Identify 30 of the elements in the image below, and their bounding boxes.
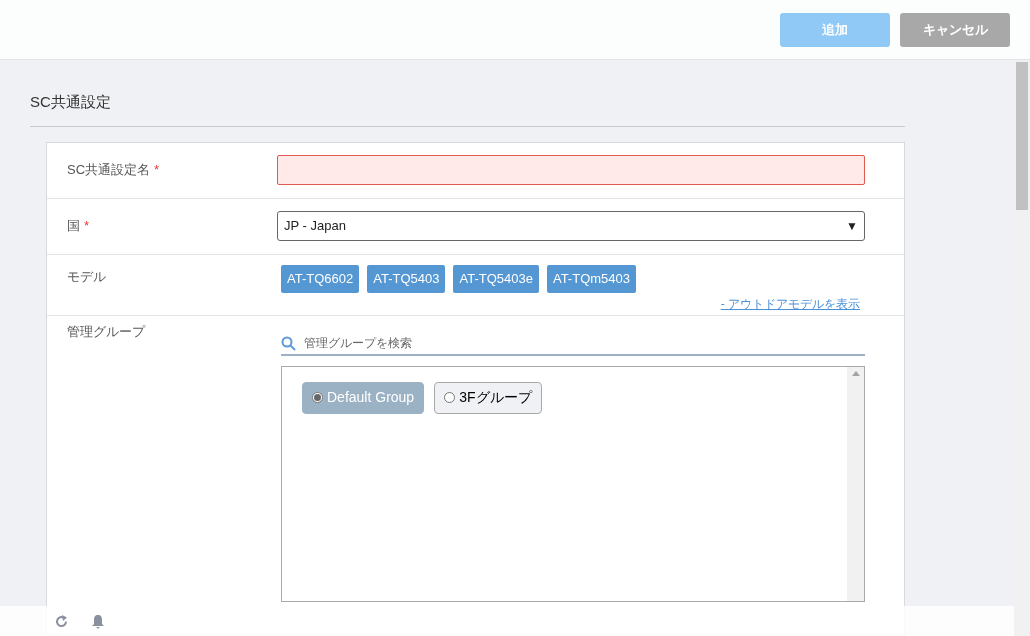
scrollbar[interactable] xyxy=(1014,60,1030,636)
group-search-field[interactable]: 管理グループを検索 xyxy=(281,332,865,356)
group-option[interactable]: Default Group xyxy=(302,381,425,414)
name-input[interactable] xyxy=(277,155,865,185)
model-tag: AT-TQ5403e xyxy=(453,264,539,293)
radio-icon xyxy=(444,392,456,403)
field-label: SC共通設定名 xyxy=(67,161,151,180)
model-tag: AT-TQm5403 xyxy=(546,264,636,293)
show-outdoor-models-link[interactable]: - アウトドアモデルを表示 xyxy=(720,294,860,313)
field-label: 管理グループ xyxy=(67,322,145,341)
group-option[interactable]: 3Fグループ xyxy=(434,381,542,414)
dropdown-arrow: ▼ xyxy=(846,218,858,235)
required-mark: * xyxy=(154,161,160,180)
select-value: JP - Japan xyxy=(284,217,346,236)
refresh-icon[interactable] xyxy=(54,613,69,629)
required-mark: * xyxy=(84,217,90,236)
search-input[interactable]: 管理グループを検索 xyxy=(304,334,865,352)
scrollbar-thumb[interactable] xyxy=(1016,62,1028,210)
cancel-button[interactable]: キャンセル xyxy=(900,13,1010,47)
bell-icon[interactable] xyxy=(91,613,105,629)
model-tag: AT-TQ6602 xyxy=(281,264,360,293)
field-label: 国 xyxy=(67,217,80,236)
radio-icon xyxy=(312,392,323,403)
country-select[interactable]: JP - Japan ▼ xyxy=(277,211,865,241)
list-scrollbar[interactable] xyxy=(847,366,864,601)
scroll-up-icon[interactable] xyxy=(851,370,860,376)
section-title: SC共通設定 xyxy=(30,60,905,127)
search-icon xyxy=(281,335,296,351)
field-label: モデル xyxy=(67,267,106,286)
model-tag: AT-TQ5403 xyxy=(367,264,446,293)
